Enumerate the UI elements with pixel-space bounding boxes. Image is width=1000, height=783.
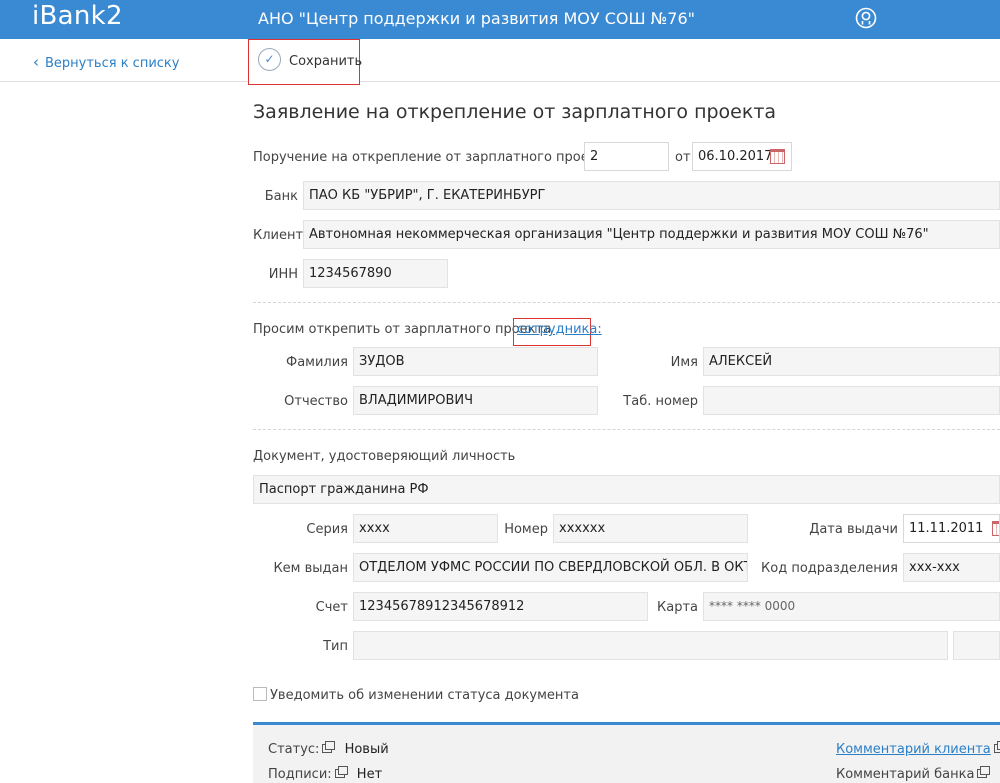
status-label: Статус: — [268, 742, 320, 757]
request-text: Просим открепить от зарплатного проекта — [253, 322, 552, 337]
external-link-icon[interactable] — [993, 741, 1000, 753]
back-to-list-label: Вернуться к списку — [45, 56, 180, 71]
tab-number-label: Таб. номер — [623, 394, 698, 409]
page-title: Заявление на открепление от зарплатного … — [253, 101, 777, 123]
card-field[interactable]: **** **** 0000 — [703, 592, 1000, 621]
chevron-left-icon: ‹ — [33, 53, 39, 71]
type-field[interactable] — [353, 631, 948, 660]
bank-comment-row: Комментарий банка — [836, 766, 991, 782]
employee-link[interactable]: сотрудника: — [517, 322, 602, 337]
order-number-label: Поручение на открепление от зарплатного … — [253, 150, 627, 165]
inn-field[interactable]: 1234567890 — [303, 259, 448, 288]
document-type-select[interactable]: Паспорт гражданина РФ — [253, 475, 1000, 504]
external-link-icon[interactable] — [977, 766, 991, 778]
status-row: Статус: Новый — [268, 741, 389, 757]
checkmark-icon: ✓ — [258, 48, 281, 71]
series-label: Серия — [306, 522, 348, 537]
save-button-label: Сохранить — [289, 54, 363, 69]
status-value: Новый — [344, 742, 389, 757]
signatures-row: Подписи: Нет — [268, 766, 383, 782]
tab-number-field[interactable] — [703, 386, 1000, 415]
external-link-icon[interactable] — [334, 766, 348, 778]
surname-field[interactable]: ЗУДОВ — [353, 347, 598, 376]
order-date-value: 06.10.2017 — [698, 149, 773, 164]
surname-label: Фамилия — [286, 355, 348, 370]
date-label: от — [675, 150, 691, 165]
account-field[interactable]: 12345678912345678912 — [353, 592, 648, 621]
issue-date-label: Дата выдачи — [809, 522, 898, 537]
section-divider — [253, 429, 1000, 430]
card-label: Карта — [657, 600, 698, 615]
order-date-input[interactable]: 06.10.2017 — [692, 142, 792, 171]
document-section-title: Документ, удостоверяющий личность — [253, 449, 516, 464]
order-number-input[interactable]: 2 — [584, 142, 669, 171]
client-label: Клиент — [253, 228, 304, 243]
calendar-icon[interactable] — [770, 149, 785, 164]
patronymic-label: Отчество — [284, 394, 348, 409]
number-field[interactable]: xxxxxx — [553, 514, 748, 543]
app-logo: iBank2 — [32, 1, 123, 31]
signatures-value: Нет — [356, 767, 383, 782]
issued-by-field[interactable]: ОТДЕЛОМ УФМС РОССИИ ПО СВЕРДЛОВСКОЙ ОБЛ.… — [353, 553, 748, 582]
notify-checkbox[interactable] — [253, 687, 267, 701]
type-extra-field[interactable] — [953, 631, 1000, 660]
division-code-field[interactable]: xxx-xxx — [903, 553, 1000, 582]
name-label: Имя — [670, 355, 698, 370]
bank-field[interactable]: ПАО КБ "УБРИР", Г. ЕКАТЕРИНБУРГ — [303, 181, 1000, 210]
name-field[interactable]: АЛЕКСЕЙ — [703, 347, 1000, 376]
inn-label: ИНН — [268, 267, 298, 282]
series-field[interactable]: xxxx — [353, 514, 498, 543]
patronymic-field[interactable]: ВЛАДИМИРОВИЧ — [353, 386, 598, 415]
notify-label: Уведомить об изменении статуса документа — [270, 688, 579, 703]
external-link-icon[interactable] — [322, 741, 336, 753]
section-divider — [253, 302, 1000, 303]
organization-title: АНО "Центр поддержки и развития МОУ СОШ … — [258, 9, 696, 28]
division-code-label: Код подразделения — [761, 561, 898, 576]
issue-date-value: 11.11.2011 — [909, 521, 984, 536]
type-label: Тип — [323, 639, 348, 654]
bank-comment-label: Комментарий банка — [836, 767, 975, 782]
signatures-label: Подписи: — [268, 767, 332, 782]
issued-by-label: Кем выдан — [273, 561, 348, 576]
bank-label: Банк — [264, 189, 298, 204]
client-comment-row: Комментарий клиента — [836, 741, 1000, 757]
client-field[interactable]: Автономная некоммерческая организация "Ц… — [303, 220, 1000, 249]
client-comment-link[interactable]: Комментарий клиента — [836, 742, 991, 757]
issue-date-input[interactable]: 11.11.2011 — [903, 514, 1000, 543]
account-label: Счет — [315, 600, 348, 615]
save-button[interactable]: ✓ Сохранить — [248, 39, 363, 85]
back-to-list-link[interactable]: ‹ Вернуться к списку — [33, 53, 179, 71]
user-profile-icon[interactable] — [855, 7, 877, 29]
number-label: Номер — [504, 522, 548, 537]
calendar-icon[interactable] — [992, 521, 999, 536]
